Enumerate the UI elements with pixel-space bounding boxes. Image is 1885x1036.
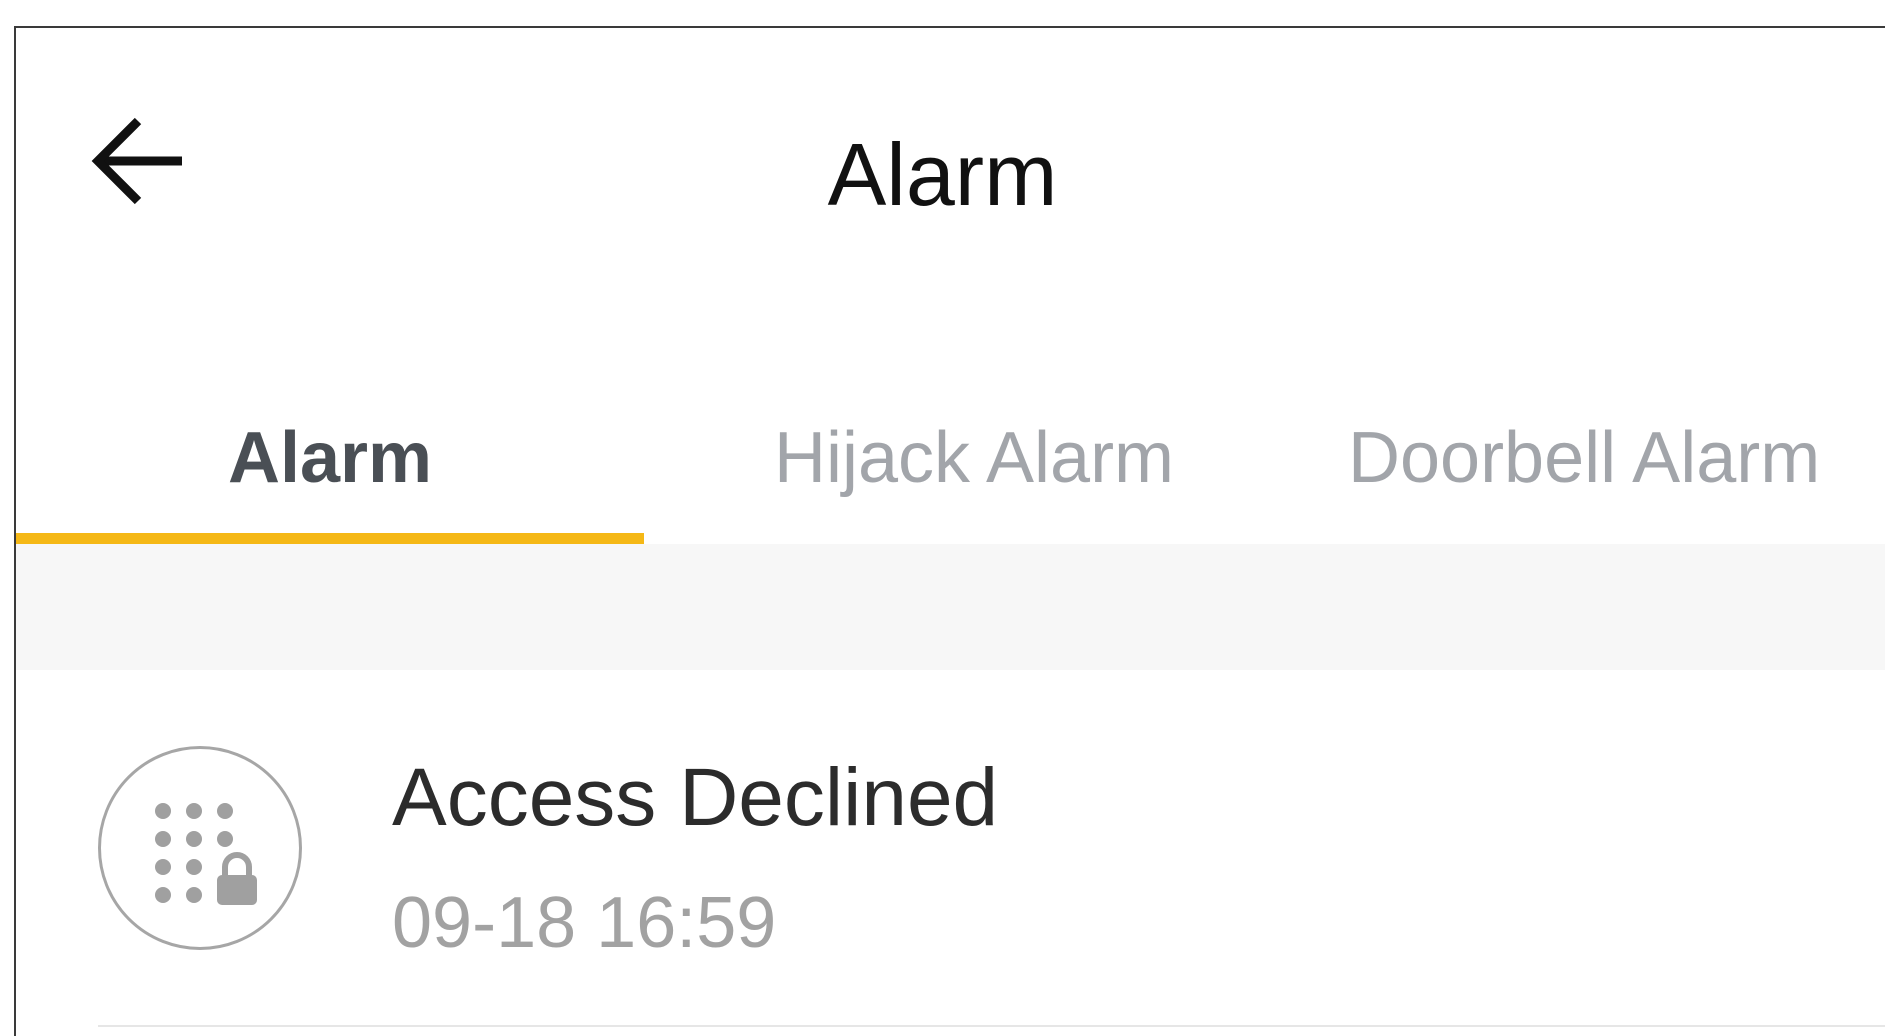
keypad-lock-icon (98, 746, 302, 950)
alarm-title: Access Declined (392, 752, 999, 843)
tab-hijack-alarm[interactable]: Hijack Alarm (644, 370, 1304, 545)
list-divider (98, 1025, 1885, 1027)
tab-alarm[interactable]: Alarm (16, 370, 644, 545)
tab-doorbell-alarm[interactable]: Doorbell Alarm (1304, 370, 1885, 545)
section-spacer (16, 544, 1885, 670)
alarm-timestamp: 09-18 16:59 (392, 883, 777, 963)
tab-bar: Alarm Hijack Alarm Doorbell Alarm (16, 370, 1885, 545)
alarm-list-item[interactable]: Access Declined 09-18 16:59 (16, 670, 1885, 1026)
active-tab-indicator (16, 533, 644, 544)
app-screen: Alarm Alarm Hijack Alarm Doorbell Alarm (0, 0, 1885, 1036)
page-title: Alarm (827, 125, 1058, 224)
